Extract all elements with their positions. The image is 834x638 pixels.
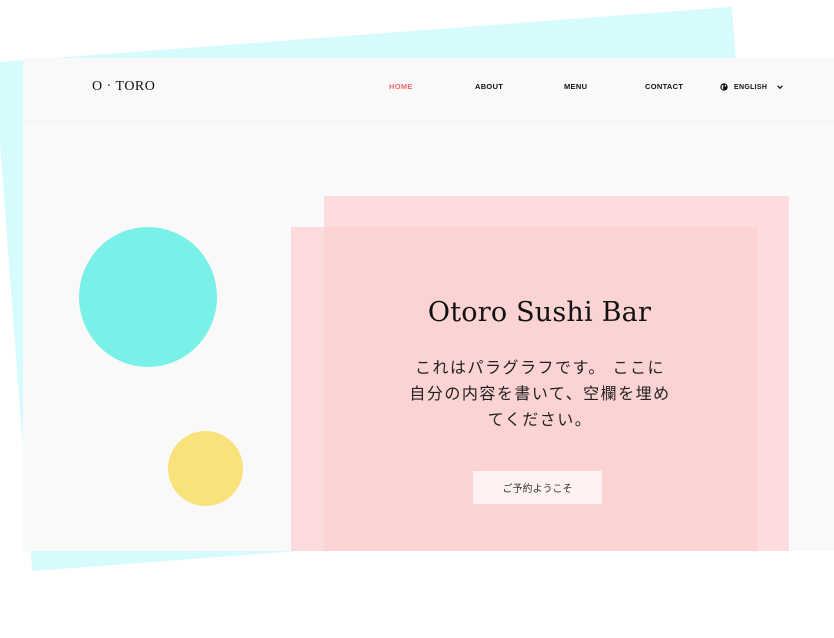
nav-item-menu[interactable]: MENU [564, 82, 587, 91]
hero-section: Otoro Sushi Bar これはパラグラフです。 ここに自分の内容を書いて… [291, 227, 788, 551]
globe-icon [720, 83, 728, 91]
chevron-down-icon [777, 85, 784, 90]
reservation-button[interactable]: ご予約ようこそ [473, 471, 602, 504]
hero-paragraph: これはパラグラフです。 ここに自分の内容を書いて、空欄を埋めてください。 [409, 358, 671, 429]
language-label: ENGLISH [734, 83, 768, 91]
website-card: O · TORO HOME ABOUT MENU CONTACT ENGLISH [23, 58, 834, 551]
site-logo[interactable]: O · TORO [92, 79, 155, 95]
nav-item-about[interactable]: ABOUT [475, 82, 503, 91]
nav-item-home[interactable]: HOME [389, 82, 413, 91]
nav-item-contact[interactable]: CONTACT [645, 82, 683, 91]
language-selector[interactable]: ENGLISH [720, 80, 784, 94]
hero-title: Otoro Sushi Bar [427, 297, 652, 328]
teal-circle-decoration [79, 227, 217, 367]
yellow-circle-decoration [168, 431, 243, 506]
navbar: O · TORO HOME ABOUT MENU CONTACT ENGLISH [23, 58, 834, 122]
page: O · TORO HOME ABOUT MENU CONTACT ENGLISH [0, 0, 834, 638]
